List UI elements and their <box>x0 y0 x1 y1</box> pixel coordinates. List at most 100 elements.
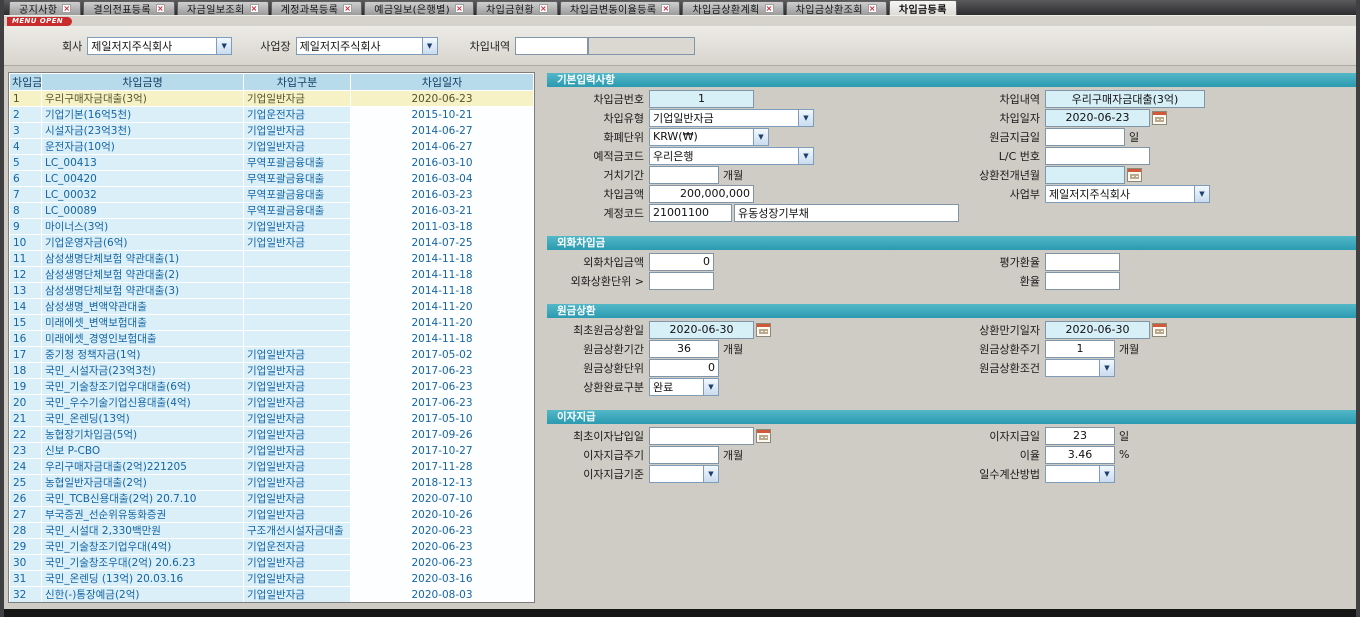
table-row[interactable]: 4운전자금(10억)기업일반자금2014-06-27 <box>10 139 534 155</box>
cell-date[interactable]: 2011-03-18 <box>351 219 534 235</box>
interest-rate-field[interactable]: 3.46 <box>1045 446 1115 464</box>
table-row[interactable]: 32신한(-)통장예금(2억)기업일반자금2020-08-03 <box>10 587 534 603</box>
cell-date[interactable]: 2017-09-26 <box>351 427 534 443</box>
cell-name[interactable]: 부국증권_선순위유동화증권 <box>42 507 244 523</box>
cell-name[interactable]: 기업운영자금(6억) <box>42 235 244 251</box>
tab-close-icon[interactable]: × <box>539 4 548 13</box>
cell-type[interactable] <box>244 331 351 347</box>
cell-type[interactable]: 기업일반자금 <box>244 363 351 379</box>
table-row[interactable]: 1우리구매자금대출(3억)기업일반자금2020-06-23 <box>10 91 534 107</box>
cell-date[interactable]: 2014-11-18 <box>351 251 534 267</box>
principal-repay-unit-field[interactable]: 0 <box>649 359 719 377</box>
table-row[interactable]: 10기업운영자금(6억)기업일반자금2014-07-25 <box>10 235 534 251</box>
cell-code[interactable]: 16 <box>10 331 42 347</box>
cell-name[interactable]: LC_00089 <box>42 203 244 219</box>
table-row[interactable]: 19국민_기술창조기업우대대출(6억)기업일반자금2017-06-23 <box>10 379 534 395</box>
table-row[interactable]: 27부국증권_선순위유동화증권기업일반자금2020-10-26 <box>10 507 534 523</box>
chevron-down-icon[interactable]: ▼ <box>703 379 718 395</box>
cell-date[interactable]: 2020-06-23 <box>351 539 534 555</box>
cell-date[interactable]: 2017-06-23 <box>351 363 534 379</box>
cell-name[interactable]: 우리구매자금대출(2억)221205 <box>42 459 244 475</box>
table-row[interactable]: 30국민_기술창조우대(2억) 20.6.23기업일반자금2020-06-23 <box>10 555 534 571</box>
cell-code[interactable]: 11 <box>10 251 42 267</box>
branch-select[interactable]: 제일저지주식회사 ▼ <box>296 37 438 55</box>
cell-code[interactable]: 24 <box>10 459 42 475</box>
calendar-icon[interactable] <box>1127 168 1142 182</box>
pre-repay-ym-field[interactable] <box>1045 166 1125 184</box>
table-row[interactable]: 22농협장기차입금(5억)기업일반자금2017-09-26 <box>10 427 534 443</box>
cell-code[interactable]: 20 <box>10 395 42 411</box>
maturity-date-field[interactable]: 2020-06-30 <box>1045 321 1150 339</box>
cell-code[interactable]: 22 <box>10 427 42 443</box>
cell-name[interactable]: 미래에셋_경영인보험대출 <box>42 331 244 347</box>
table-row[interactable]: 11삼성생명단체보험 약관대출(1)2014-11-18 <box>10 251 534 267</box>
cell-type[interactable]: 기업운전자금 <box>244 107 351 123</box>
table-row[interactable]: 2기업기본(16억5천)기업운전자금2015-10-21 <box>10 107 534 123</box>
cell-code[interactable]: 13 <box>10 283 42 299</box>
cell-type[interactable] <box>244 315 351 331</box>
cell-name[interactable]: 국민_온렌딩 (13억) 20.03.16 <box>42 571 244 587</box>
loan-search-input[interactable] <box>515 37 588 55</box>
cell-code[interactable]: 19 <box>10 379 42 395</box>
cell-code[interactable]: 29 <box>10 539 42 555</box>
calendar-icon[interactable] <box>756 429 771 443</box>
cell-type[interactable]: 기업일반자금 <box>244 395 351 411</box>
cell-name[interactable]: 미래에셋_변액보험대출 <box>42 315 244 331</box>
cell-name[interactable]: 국민_시설자금(23억3천) <box>42 363 244 379</box>
cell-name[interactable]: 국민_온렌딩(13억) <box>42 411 244 427</box>
cell-name[interactable]: 국민_기술창조기업우대(4억) <box>42 539 244 555</box>
principal-repay-period-field[interactable]: 36 <box>649 340 719 358</box>
principal-pay-day-field[interactable] <box>1045 128 1125 146</box>
principal-repay-cycle-field[interactable]: 1 <box>1045 340 1115 358</box>
cell-name[interactable]: 농협USANCE <box>42 603 244 604</box>
cell-type[interactable] <box>244 267 351 283</box>
tab-close-icon[interactable]: × <box>250 4 259 13</box>
cell-name[interactable]: 국민_기술창조기업우대대출(6억) <box>42 379 244 395</box>
loan-type-select[interactable]: 기업일반자금▼ <box>649 109 814 127</box>
cell-date[interactable]: 2014-11-18 <box>351 283 534 299</box>
cell-date[interactable]: 2020-03-16 <box>351 571 534 587</box>
cell-code[interactable]: 28 <box>10 523 42 539</box>
calendar-icon[interactable] <box>1152 323 1167 337</box>
interest-pay-day-field[interactable]: 23 <box>1045 427 1115 445</box>
cell-type[interactable] <box>244 283 351 299</box>
cell-date[interactable]: 2020-07-10 <box>351 491 534 507</box>
loan-number-field[interactable]: 1 <box>649 90 754 108</box>
cell-code[interactable]: 31 <box>10 571 42 587</box>
table-row[interactable]: 29국민_기술창조기업우대(4억)기업운전자금2020-06-23 <box>10 539 534 555</box>
interest-pay-cycle-field[interactable] <box>649 446 719 464</box>
cell-code[interactable]: 14 <box>10 299 42 315</box>
cell-name[interactable]: 기업기본(16억5천) <box>42 107 244 123</box>
company-select[interactable]: 제일저지주식회사 ▼ <box>87 37 232 55</box>
business-unit-select[interactable]: 제일저지주식회사▼ <box>1045 185 1210 203</box>
cell-date[interactable]: 2020-06-23 <box>351 91 534 107</box>
cell-code[interactable]: 30 <box>10 555 42 571</box>
cell-code[interactable]: 10 <box>10 235 42 251</box>
fx-loan-amount-field[interactable]: 0 <box>649 253 714 271</box>
cell-code[interactable]: 8 <box>10 203 42 219</box>
cell-name[interactable]: 농협일반자금대출(2억) <box>42 475 244 491</box>
chevron-down-icon[interactable]: ▼ <box>703 466 718 482</box>
cell-type[interactable]: 기업일반자금 <box>244 555 351 571</box>
cell-type[interactable]: 기업일반자금 <box>244 475 351 491</box>
cell-name[interactable]: LC_00420 <box>42 171 244 187</box>
day-count-method-select[interactable]: ▼ <box>1045 465 1115 483</box>
table-row[interactable]: 5LC_00413무역포괄금융대출2016-03-10 <box>10 155 534 171</box>
table-row[interactable]: 24우리구매자금대출(2억)221205기업일반자금2017-11-28 <box>10 459 534 475</box>
cell-code[interactable]: 6 <box>10 171 42 187</box>
cell-type[interactable]: 기업일반자금 <box>244 491 351 507</box>
cell-code[interactable]: 4 <box>10 139 42 155</box>
cell-code[interactable]: 7 <box>10 187 42 203</box>
tab-loan-variable-rate[interactable]: 차입금변동이율등록× <box>560 1 680 15</box>
calendar-icon[interactable] <box>756 323 771 337</box>
table-row[interactable]: 15미래에셋_변액보험대출2014-11-20 <box>10 315 534 331</box>
cell-code[interactable]: 18 <box>10 363 42 379</box>
tab-close-icon[interactable]: × <box>62 4 71 13</box>
table-row[interactable]: 12삼성생명단체보험 약관대출(2)2014-11-18 <box>10 267 534 283</box>
cell-type[interactable]: 기업일반자금 <box>244 587 351 603</box>
table-row[interactable]: 31국민_온렌딩 (13억) 20.03.16기업일반자금2020-03-16 <box>10 571 534 587</box>
cell-date[interactable]: 2017-06-23 <box>351 379 534 395</box>
cell-type[interactable] <box>244 251 351 267</box>
cell-type[interactable]: 기업일반자금 <box>244 411 351 427</box>
cell-code[interactable]: 1 <box>10 91 42 107</box>
